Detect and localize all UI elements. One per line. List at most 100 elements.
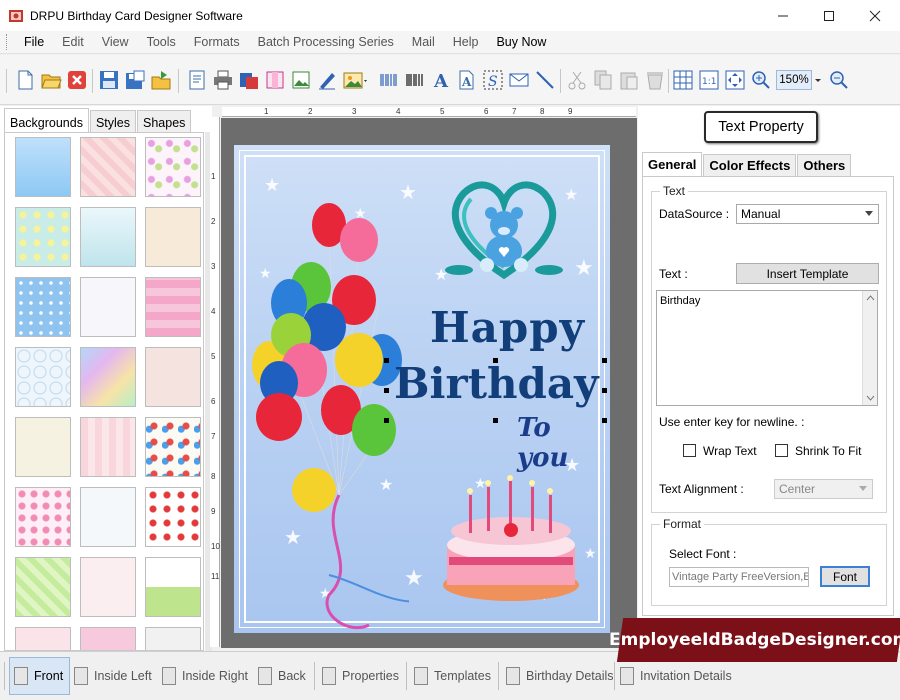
text-input[interactable]: Birthday bbox=[656, 290, 878, 406]
background-thumbnail[interactable] bbox=[80, 347, 136, 407]
background-thumbnail[interactable] bbox=[145, 137, 201, 197]
open-icon[interactable] bbox=[40, 69, 62, 91]
close-icon[interactable] bbox=[66, 69, 88, 91]
tab-styles[interactable]: Styles bbox=[89, 110, 137, 132]
menu-edit[interactable]: Edit bbox=[53, 35, 93, 49]
zoom-out-icon[interactable] bbox=[828, 69, 850, 91]
background-thumbnail[interactable] bbox=[15, 277, 71, 337]
background-thumbnail[interactable] bbox=[145, 417, 201, 477]
menu-batch-processing[interactable]: Batch Processing Series bbox=[249, 35, 403, 49]
birthday-card-canvas[interactable]: ★ ★ ★ ★ ★ ★ ★ ★ ★ ★ ★ ★ ★ ★ ★ bbox=[234, 145, 610, 633]
signature-icon[interactable] bbox=[316, 69, 338, 91]
image-icon[interactable] bbox=[290, 69, 312, 91]
templates-tab[interactable]: Templates bbox=[414, 657, 491, 695]
mail-icon[interactable] bbox=[508, 69, 530, 91]
properties-icon[interactable] bbox=[186, 69, 208, 91]
menu-mail[interactable]: Mail bbox=[403, 35, 444, 49]
card-text-happy[interactable]: Happy bbox=[430, 303, 585, 352]
zoom-dropdown-icon[interactable] bbox=[814, 69, 822, 91]
menu-file[interactable]: File bbox=[15, 35, 53, 49]
selection-handle[interactable] bbox=[384, 358, 389, 363]
card-text-to-you[interactable]: To you bbox=[517, 413, 610, 473]
insert-template-button[interactable]: Insert Template bbox=[736, 263, 879, 284]
maximize-button[interactable] bbox=[806, 0, 852, 31]
text-alignment-select[interactable]: Center bbox=[774, 479, 873, 499]
card-text-birthday[interactable]: Birthday bbox=[394, 359, 599, 408]
tab-others[interactable]: Others bbox=[797, 154, 852, 176]
background-thumbnail[interactable] bbox=[80, 627, 136, 650]
paste-icon[interactable] bbox=[618, 69, 640, 91]
print-preview-icon[interactable] bbox=[238, 69, 260, 91]
background-thumbnail[interactable] bbox=[15, 487, 71, 547]
menu-view[interactable]: View bbox=[93, 35, 138, 49]
close-button[interactable] bbox=[852, 0, 898, 31]
invitation-details-tab[interactable]: Invitation Details bbox=[620, 657, 732, 695]
line-icon[interactable] bbox=[534, 69, 556, 91]
background-thumbnail[interactable] bbox=[15, 417, 71, 477]
export-icon[interactable] bbox=[150, 69, 172, 91]
scroll-down-icon[interactable] bbox=[866, 395, 875, 401]
delete-icon[interactable] bbox=[644, 69, 666, 91]
background-thumbnail[interactable] bbox=[80, 557, 136, 617]
text-input-scrollbar[interactable] bbox=[862, 291, 877, 405]
background-thumbnail[interactable] bbox=[145, 347, 201, 407]
menu-formats[interactable]: Formats bbox=[185, 35, 249, 49]
background-thumbnail[interactable] bbox=[15, 207, 71, 267]
background-thumbnail[interactable] bbox=[145, 557, 201, 617]
menu-help[interactable]: Help bbox=[444, 35, 488, 49]
menu-buy-now[interactable]: Buy Now bbox=[487, 35, 555, 49]
datasource-select[interactable]: Manual bbox=[736, 204, 879, 224]
minimize-button[interactable] bbox=[760, 0, 806, 31]
wrap-text-checkbox[interactable] bbox=[683, 444, 696, 457]
zoom-in-icon[interactable] bbox=[750, 69, 772, 91]
background-thumbnail[interactable] bbox=[15, 557, 71, 617]
background-thumbnail[interactable] bbox=[15, 347, 71, 407]
tab-backgrounds[interactable]: Backgrounds bbox=[4, 108, 89, 132]
barcode-icon[interactable] bbox=[378, 69, 400, 91]
selection-handle[interactable] bbox=[493, 418, 498, 423]
menu-tools[interactable]: Tools bbox=[138, 35, 185, 49]
background-thumbnail[interactable] bbox=[80, 487, 136, 547]
background-thumbnail[interactable] bbox=[15, 627, 71, 650]
background-thumbnail[interactable] bbox=[80, 137, 136, 197]
background-thumbnail[interactable] bbox=[145, 207, 201, 267]
save-icon[interactable] bbox=[98, 69, 120, 91]
tab-general[interactable]: General bbox=[642, 152, 703, 176]
background-thumbnail[interactable] bbox=[80, 277, 136, 337]
birthday-details-tab[interactable]: Birthday Details bbox=[506, 657, 614, 695]
copy-icon[interactable] bbox=[592, 69, 614, 91]
background-thumbnail[interactable] bbox=[145, 277, 201, 337]
properties-tab[interactable]: Properties bbox=[322, 657, 399, 695]
selection-handle[interactable] bbox=[493, 358, 498, 363]
card-icon[interactable] bbox=[264, 69, 286, 91]
page-tab-inside-left[interactable]: Inside Left bbox=[74, 657, 152, 695]
shrink-to-fit-checkbox[interactable] bbox=[775, 444, 788, 457]
cut-icon[interactable] bbox=[566, 69, 588, 91]
selection-handle[interactable] bbox=[602, 418, 607, 423]
tab-shapes[interactable]: Shapes bbox=[137, 110, 192, 132]
background-thumbnail[interactable] bbox=[145, 487, 201, 547]
text-icon[interactable]: A bbox=[430, 69, 452, 92]
barcode2-icon[interactable] bbox=[404, 69, 426, 91]
fit-icon[interactable] bbox=[724, 69, 746, 91]
selection-handle[interactable] bbox=[602, 388, 607, 393]
background-thumbnail[interactable] bbox=[80, 417, 136, 477]
selection-handle[interactable] bbox=[602, 358, 607, 363]
scroll-up-icon[interactable] bbox=[866, 295, 875, 301]
font-field[interactable]: Vintage Party FreeVersion,Bo bbox=[669, 567, 809, 587]
tab-color-effects[interactable]: Color Effects bbox=[703, 154, 797, 176]
word-art-icon[interactable]: A bbox=[456, 69, 478, 91]
background-thumbnail[interactable] bbox=[80, 207, 136, 267]
actual-size-icon[interactable]: 1:1 bbox=[698, 69, 720, 91]
page-tab-front[interactable]: Front bbox=[9, 657, 70, 695]
zoom-level-box[interactable]: 150% bbox=[776, 70, 812, 90]
background-thumbnail[interactable] bbox=[145, 627, 201, 650]
new-icon[interactable] bbox=[14, 69, 36, 91]
symbol-icon[interactable]: S bbox=[482, 69, 504, 91]
picture-icon[interactable] bbox=[342, 69, 367, 91]
selection-handle[interactable] bbox=[384, 418, 389, 423]
grid-icon[interactable] bbox=[672, 69, 694, 91]
font-button[interactable]: Font bbox=[820, 566, 870, 587]
print-icon[interactable] bbox=[212, 69, 234, 91]
save-as-icon[interactable] bbox=[124, 69, 146, 91]
